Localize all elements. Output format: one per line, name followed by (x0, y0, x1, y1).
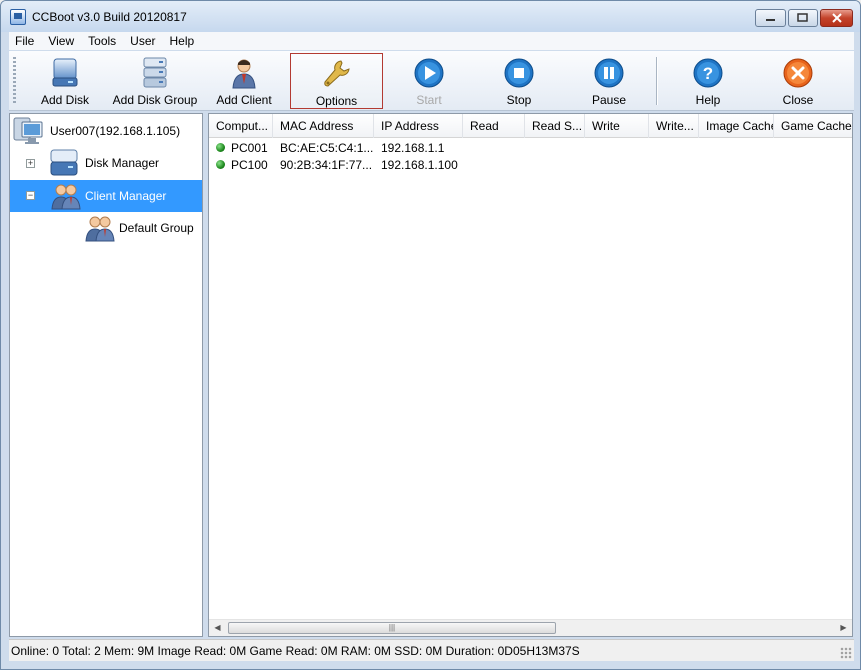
scroll-thumb[interactable]: ||| (228, 622, 556, 634)
users-icon (85, 216, 115, 242)
start-label: Start (416, 93, 442, 107)
tree-node-client-manager-label: Client Manager (85, 189, 167, 203)
cell-mac-address: BC:AE:C5:C4:1... (280, 141, 374, 155)
pause-button[interactable]: Pause (577, 53, 641, 109)
tree-node-default-group[interactable]: Default Group (84, 212, 194, 244)
menu-view[interactable]: View (41, 34, 81, 48)
add-disk-group-label: Add Disk Group (112, 93, 198, 107)
tree-node-disk-manager[interactable]: Disk Manager (48, 148, 159, 178)
horizontal-scrollbar[interactable]: ◀ ||| ▶ (209, 619, 852, 636)
minimize-button[interactable] (755, 9, 786, 27)
stop-icon (504, 58, 534, 88)
scroll-left-arrow[interactable]: ◀ (209, 620, 226, 636)
table-row[interactable]: PC001 BC:AE:C5:C4:1... 192.168.1.1 (209, 140, 852, 157)
window-title: CCBoot v3.0 Build 20120817 (32, 10, 187, 24)
help-label: Help (695, 93, 721, 107)
computer-icon (13, 117, 43, 144)
cell-mac-address: 90:2B:34:1F:77... (280, 158, 373, 172)
tree-node-server[interactable]: User007(192.168.1.105) (12, 116, 180, 146)
online-status-icon (216, 160, 225, 169)
menu-help[interactable]: Help (163, 34, 202, 48)
column-header-game-cache[interactable]: Game Cache (774, 114, 852, 138)
minimize-icon (765, 19, 775, 21)
add-disk-button[interactable]: Add Disk (33, 53, 97, 109)
column-header-image-cache[interactable]: Image Cache (699, 114, 774, 138)
close-button[interactable]: Close (766, 53, 830, 109)
collapse-client-manager-toggle[interactable]: − (26, 191, 35, 200)
scroll-right-arrow[interactable]: ▶ (835, 620, 852, 636)
close-label: Close (782, 93, 814, 107)
add-client-label: Add Client (216, 93, 272, 107)
restore-icon (797, 13, 808, 22)
cell-computer: PC100 (231, 158, 268, 172)
disk-icon (52, 58, 78, 87)
cell-ip-address: 192.168.1.1 (381, 141, 445, 155)
add-client-button[interactable]: Add Client (212, 53, 276, 109)
cell-ip-address: 192.168.1.100 (381, 158, 458, 172)
status-text: Online: 0 Total: 2 Mem: 9M Image Read: 0… (11, 644, 580, 658)
column-header-ip-address[interactable]: IP Address (374, 114, 463, 138)
column-header-computer[interactable]: Comput... (209, 114, 273, 138)
app-window: CCBoot v3.0 Build 20120817 File View Too… (0, 0, 861, 670)
menu-user[interactable]: User (123, 34, 162, 48)
close-window-button[interactable] (820, 9, 853, 27)
help-button[interactable]: ? Help (676, 53, 740, 109)
stop-button[interactable]: Stop (487, 53, 551, 109)
table-row[interactable]: PC100 90:2B:34:1F:77... 192.168.1.100 (209, 157, 852, 174)
menu-bar: File View Tools User Help (9, 32, 854, 50)
toolbar-grip[interactable] (13, 57, 16, 105)
status-bar: Online: 0 Total: 2 Mem: 9M Image Read: 0… (9, 639, 854, 661)
tree-node-disk-manager-label: Disk Manager (85, 156, 160, 170)
expand-disk-manager-toggle[interactable]: + (26, 159, 35, 168)
cell-computer: PC001 (231, 141, 268, 155)
column-header-write[interactable]: Write (585, 114, 649, 138)
svg-text:?: ? (703, 64, 713, 83)
toolbar: Add Disk Add Disk Group Add Client Optio… (9, 51, 854, 111)
column-header-read-speed[interactable]: Read S... (525, 114, 585, 138)
title-bar[interactable]: CCBoot v3.0 Build 20120817 (1, 1, 860, 32)
help-icon: ? (693, 58, 723, 88)
options-button[interactable]: Options (290, 53, 383, 109)
close-circle-icon (783, 58, 813, 88)
column-header-mac-address[interactable]: MAC Address (273, 114, 374, 138)
client-list: Comput... MAC Address IP Address Read Re… (208, 113, 853, 637)
column-header-write-speed[interactable]: Write... (649, 114, 699, 138)
maximize-button[interactable] (788, 9, 818, 27)
resize-grip[interactable] (840, 647, 852, 659)
pause-icon (594, 58, 624, 88)
options-label: Options (315, 94, 358, 108)
pause-label: Pause (591, 93, 627, 107)
menu-file[interactable]: File (9, 34, 41, 48)
tree-node-client-manager[interactable]: − Client Manager (10, 180, 202, 212)
users-icon (51, 184, 81, 210)
online-status-icon (216, 143, 225, 152)
list-header: Comput... MAC Address IP Address Read Re… (209, 114, 852, 138)
app-icon (10, 9, 26, 25)
wrench-icon (323, 60, 350, 87)
column-header-read[interactable]: Read (463, 114, 525, 138)
disk-group-icon (143, 57, 167, 88)
tree-node-default-group-label: Default Group (119, 221, 194, 235)
user-icon (232, 59, 256, 89)
navigation-tree: User007(192.168.1.105) + Disk Manager − … (9, 113, 203, 637)
menu-tools[interactable]: Tools (81, 34, 123, 48)
start-button[interactable]: Start (397, 53, 461, 109)
add-disk-label: Add Disk (40, 93, 90, 107)
tree-node-server-label: User007(192.168.1.105) (50, 124, 181, 138)
add-disk-group-button[interactable]: Add Disk Group (109, 53, 201, 109)
stop-label: Stop (506, 93, 532, 107)
toolbar-separator (656, 57, 658, 105)
close-icon (831, 13, 842, 23)
play-icon (414, 58, 444, 88)
disk-stack-icon (50, 149, 78, 176)
